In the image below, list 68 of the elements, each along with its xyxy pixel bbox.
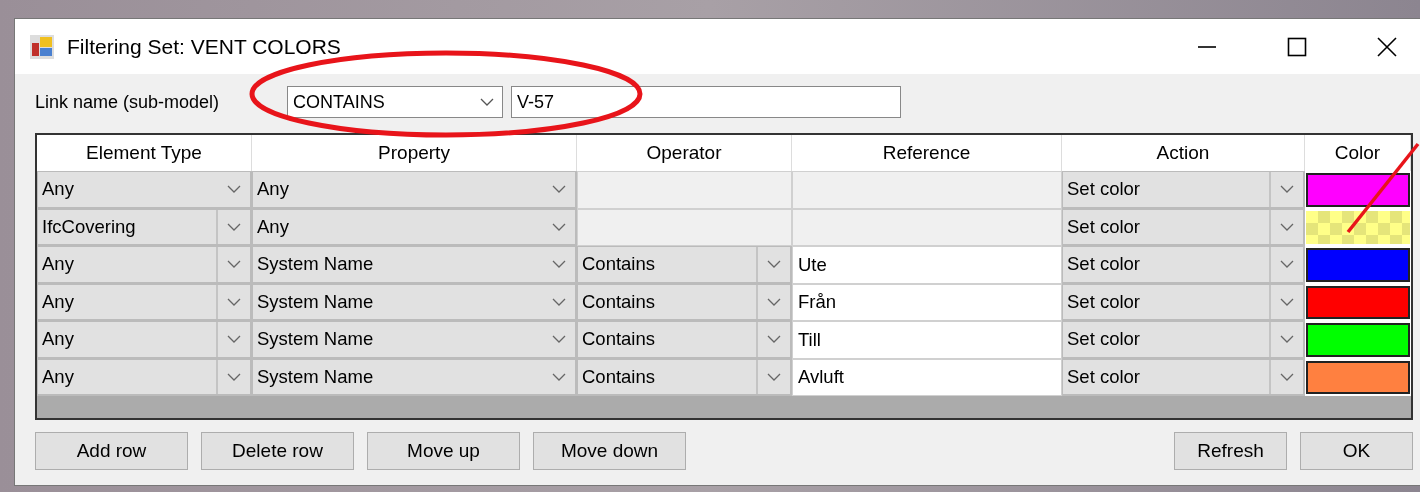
property-dropdown[interactable]: Any <box>252 171 577 209</box>
chevron-icon <box>767 297 781 306</box>
chevron-icon <box>1280 372 1294 381</box>
element-type-dropdown[interactable]: IfcCovering <box>37 208 252 246</box>
element-type-dropdown[interactable]: Any <box>37 246 252 284</box>
app-icon <box>29 33 55 60</box>
action-button[interactable]: Move up <box>367 432 520 470</box>
reference-cell[interactable]: Till <box>792 321 1062 359</box>
chevron-icon <box>1280 185 1294 194</box>
color-swatch[interactable] <box>1306 285 1410 319</box>
action-button[interactable]: Refresh <box>1174 432 1287 470</box>
property-dropdown[interactable]: System Name <box>252 321 577 359</box>
action-dropdown[interactable]: Set color <box>1062 283 1305 321</box>
operator-cell-dropdown[interactable]: Contains <box>577 283 792 321</box>
chevron-icon <box>227 185 241 194</box>
close-icon[interactable] <box>1377 36 1397 57</box>
element-type-dropdown[interactable]: Any <box>37 321 252 359</box>
reference-cell[interactable]: Från <box>792 283 1062 321</box>
action-dropdown[interactable]: Set color <box>1062 246 1305 284</box>
color-swatch[interactable] <box>1306 210 1410 244</box>
operator-cell-dropdown[interactable]: Contains <box>577 358 792 396</box>
chevron-icon <box>227 297 241 306</box>
chevron-icon <box>227 222 241 231</box>
action-button[interactable]: Delete row <box>201 432 354 470</box>
action-button[interactable]: Move down <box>533 432 686 470</box>
property-dropdown[interactable]: Any <box>252 208 577 246</box>
chevron-icon <box>1280 222 1294 231</box>
color-swatch[interactable] <box>1306 173 1410 207</box>
action-button[interactable]: OK <box>1300 432 1413 470</box>
color-swatch[interactable] <box>1306 360 1410 394</box>
chevron-icon <box>552 260 566 269</box>
color-swatch[interactable] <box>1306 323 1410 357</box>
chevron-icon <box>1280 260 1294 269</box>
color-swatch[interactable] <box>1306 248 1410 282</box>
chevron-icon <box>552 335 566 344</box>
action-dropdown[interactable]: Set color <box>1062 321 1305 359</box>
chevron-icon <box>1280 335 1294 344</box>
chevron-icon <box>480 98 494 106</box>
chevron-icon <box>1280 297 1294 306</box>
action-dropdown[interactable]: Set color <box>1062 358 1305 396</box>
operator-dropdown[interactable]: CONTAINS <box>287 86 503 118</box>
chevron-icon <box>552 297 566 306</box>
action-dropdown[interactable]: Set color <box>1062 208 1305 246</box>
link-name-field[interactable]: V-57 <box>511 86 901 118</box>
reference-cell[interactable]: Ute <box>792 246 1062 284</box>
property-dropdown[interactable]: System Name <box>252 246 577 284</box>
chevron-icon <box>552 185 566 194</box>
chevron-icon <box>227 260 241 269</box>
element-type-dropdown[interactable]: Any <box>37 283 252 321</box>
element-type-dropdown[interactable]: Any <box>37 358 252 396</box>
chevron-icon <box>767 335 781 344</box>
link-name-label: Link name (sub-model) <box>35 91 221 113</box>
action-dropdown[interactable]: Set color <box>1062 171 1305 209</box>
chevron-icon <box>552 372 566 381</box>
element-type-dropdown[interactable]: Any <box>37 171 252 209</box>
chevron-icon <box>552 222 566 231</box>
chevron-icon <box>767 372 781 381</box>
operator-cell-dropdown[interactable]: Contains <box>577 321 792 359</box>
chevron-icon <box>227 372 241 381</box>
property-dropdown[interactable]: System Name <box>252 283 577 321</box>
property-dropdown[interactable]: System Name <box>252 358 577 396</box>
maximize-icon[interactable] <box>1287 36 1307 57</box>
reference-cell[interactable]: Avluft <box>792 358 1062 396</box>
chevron-icon <box>227 335 241 344</box>
window-title: Filtering Set: VENT COLORS <box>67 34 341 59</box>
operator-cell-dropdown[interactable]: Contains <box>577 246 792 284</box>
action-button[interactable]: Add row <box>35 432 188 470</box>
chevron-icon <box>767 260 781 269</box>
